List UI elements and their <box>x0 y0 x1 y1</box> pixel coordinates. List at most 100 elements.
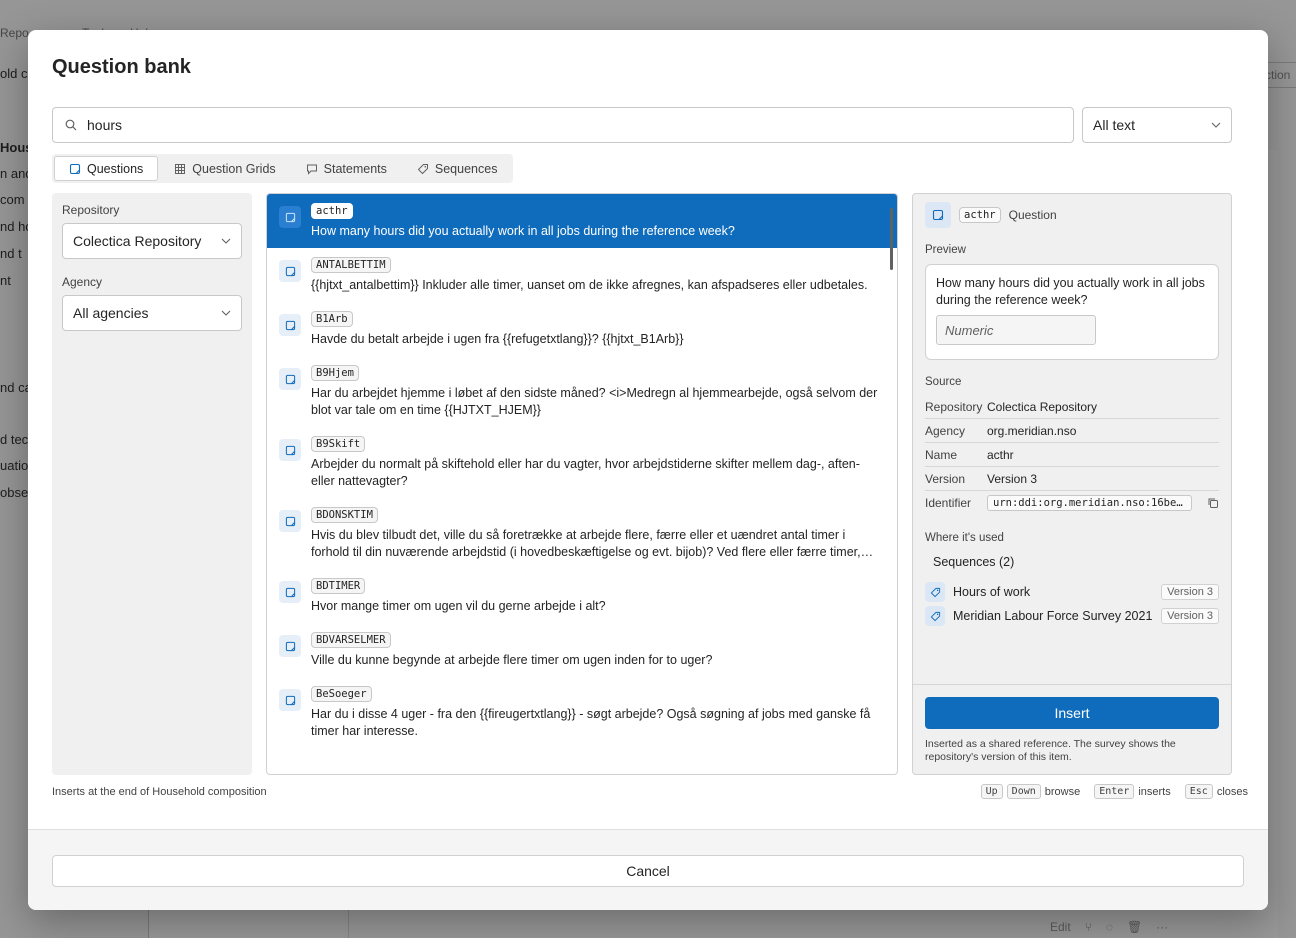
list-item[interactable]: B1Arb Havde du betalt arbejde i ugen fra … <box>267 302 897 356</box>
question-icon <box>279 260 301 282</box>
used-heading: Sequences (2) <box>933 555 1015 569</box>
item-name-badge: B1Arb <box>311 311 353 327</box>
source-row: Repository Colectica Repository <box>925 395 1219 419</box>
search-icon <box>65 119 77 131</box>
question-icon <box>279 439 301 461</box>
question-bank-dialog: Question bank All text Questions Questio… <box>28 30 1268 910</box>
source-row: Identifier urn:ddi:org.meridian.nso:16be… <box>925 491 1219 515</box>
item-text: Arbejder du normalt på skiftehold eller … <box>311 457 860 488</box>
question-icon <box>279 314 301 336</box>
item-name-badge: BDVARSELMER <box>311 632 391 648</box>
filter-panel: Repository Colectica Repository Agency A… <box>52 193 252 775</box>
list-item[interactable]: ANTALBETTIM {{hjtxt_antalbettim}} Inklude… <box>267 248 897 302</box>
identifier-value: urn:ddi:org.meridian.nso:16befd... <box>987 495 1192 511</box>
repository-select[interactable]: Colectica Repository <box>62 223 242 259</box>
tab-label: Sequences <box>434 161 498 176</box>
agency-value: All agencies <box>73 305 149 321</box>
used-in-item[interactable]: Hours of work Version 3 <box>925 580 1219 604</box>
source-value: acthr <box>987 447 1014 462</box>
list-item[interactable]: BDONSKTIM Hvis du blev tilbudt det, ville… <box>267 498 897 569</box>
preview-numeric-input: Numeric <box>936 315 1096 345</box>
used-label: Where it's used <box>925 532 1004 544</box>
search-box[interactable] <box>52 107 1074 143</box>
used-in-name: Meridian Labour Force Survey 2021 <box>953 609 1153 623</box>
kbd-up: Up <box>980 784 1003 799</box>
item-text: Har du arbejdet hjemme i løbet af den si… <box>311 386 878 417</box>
item-name-badge: acthr <box>311 203 353 219</box>
source-key: Agency <box>925 423 966 438</box>
question-icon <box>925 202 951 228</box>
search-scope-select[interactable]: All text <box>1082 107 1232 143</box>
item-text: Hvis du blev tilbudt det, ville du så fo… <box>311 528 861 559</box>
item-name-badge: BDONSKTIM <box>311 507 378 523</box>
scope-value: All text <box>1093 117 1136 133</box>
used-in-item[interactable]: Meridian Labour Force Survey 2021 Versio… <box>925 604 1219 628</box>
detail-name-badge: acthr <box>959 207 1001 223</box>
copy-icon[interactable] <box>1207 497 1219 509</box>
source-key: Version <box>925 471 966 486</box>
chevron-down-icon <box>221 310 231 316</box>
item-text: Hvor mange timer om ugen vil du gerne ar… <box>311 599 606 613</box>
results-list[interactable]: acthr How many hours did you actually wor… <box>266 193 898 775</box>
question-icon <box>279 689 301 711</box>
version-badge: Version 3 <box>1161 608 1219 624</box>
list-item[interactable]: B9Skift Arbejder du normalt på skiftehold… <box>267 427 897 498</box>
preview-label: Preview <box>925 244 966 256</box>
item-name-badge: B9Hjem <box>311 365 359 381</box>
scrollbar-thumb[interactable] <box>890 208 893 270</box>
source-key: Repository <box>925 399 983 414</box>
item-name-badge: B9Skift <box>311 436 366 452</box>
question-icon <box>279 581 301 603</box>
agency-select[interactable]: All agencies <box>62 295 242 331</box>
source-row: Version Version 3 <box>925 467 1219 491</box>
source-row: Name acthr <box>925 443 1219 467</box>
insert-location-note: Inserts at the end of Household composit… <box>52 786 267 798</box>
list-item[interactable]: BDVARSELMER Ville du kunne begynde at arb… <box>267 623 897 677</box>
source-row: Agency org.meridian.nso <box>925 419 1219 443</box>
question-icon <box>279 510 301 532</box>
sequence-icon <box>925 582 945 602</box>
detail-header: acthr Question <box>925 202 1057 228</box>
list-item[interactable]: acthr How many hours did you actually wor… <box>267 194 897 248</box>
question-icon <box>279 635 301 657</box>
tab-label: Questions <box>87 161 144 176</box>
search-input[interactable] <box>87 117 987 133</box>
item-type-tabs: Questions Question Grids Statements Sequ… <box>52 154 514 183</box>
preview-question: How many hours did you actually work in … <box>936 276 1205 307</box>
chevron-down-icon <box>1211 122 1221 128</box>
insert-button[interactable]: Insert <box>925 697 1219 729</box>
repository-value: Colectica Repository <box>73 233 202 249</box>
agency-label: Agency <box>62 275 103 289</box>
hint-closes: closes <box>1216 785 1248 798</box>
tab-question-grids[interactable]: Question Grids <box>160 156 289 181</box>
hint-inserts: inserts <box>1138 785 1171 798</box>
list-item[interactable]: B9Hjem Har du arbejdet hjemme i løbet af … <box>267 356 897 427</box>
item-text: Havde du betalt arbejde i ugen fra {{ref… <box>311 332 684 346</box>
source-value: Version 3 <box>987 471 1038 486</box>
question-icon <box>69 163 81 175</box>
grid-icon <box>174 163 186 175</box>
list-item[interactable]: BeSoeger Har du i disse 4 uger - fra den … <box>267 677 897 748</box>
source-value: urn:ddi:org.meridian.nso:16befd... <box>987 495 1219 511</box>
divider <box>913 684 1231 685</box>
sequence-icon <box>417 163 429 175</box>
source-value: org.meridian.nso <box>987 423 1077 438</box>
source-value: Colectica Repository <box>987 399 1098 414</box>
used-in-name: Hours of work <box>953 585 1031 599</box>
kbd-esc: Esc <box>1184 784 1213 799</box>
source-table: Repository Colectica Repository Agency org… <box>925 395 1219 515</box>
kbd-down: Down <box>1006 784 1041 799</box>
cancel-button[interactable]: Cancel <box>52 855 1244 887</box>
list-item[interactable]: BDTIMER Hvor mange timer om ugen vil du g… <box>267 569 897 623</box>
tab-questions[interactable]: Questions <box>54 156 159 181</box>
tab-statements[interactable]: Statements <box>292 156 401 181</box>
tab-sequences[interactable]: Sequences <box>403 156 512 181</box>
question-icon <box>279 206 301 228</box>
hint-browse: browse <box>1044 785 1081 798</box>
keyboard-hints: Up Down browse Enter inserts Esc closes <box>980 784 1248 799</box>
version-badge: Version 3 <box>1161 584 1219 600</box>
insert-note: Inserted as a shared reference. The surv… <box>925 738 1176 763</box>
statement-icon <box>306 163 318 175</box>
dialog-footer: Cancel <box>28 829 1268 910</box>
kbd-enter: Enter <box>1094 784 1135 799</box>
